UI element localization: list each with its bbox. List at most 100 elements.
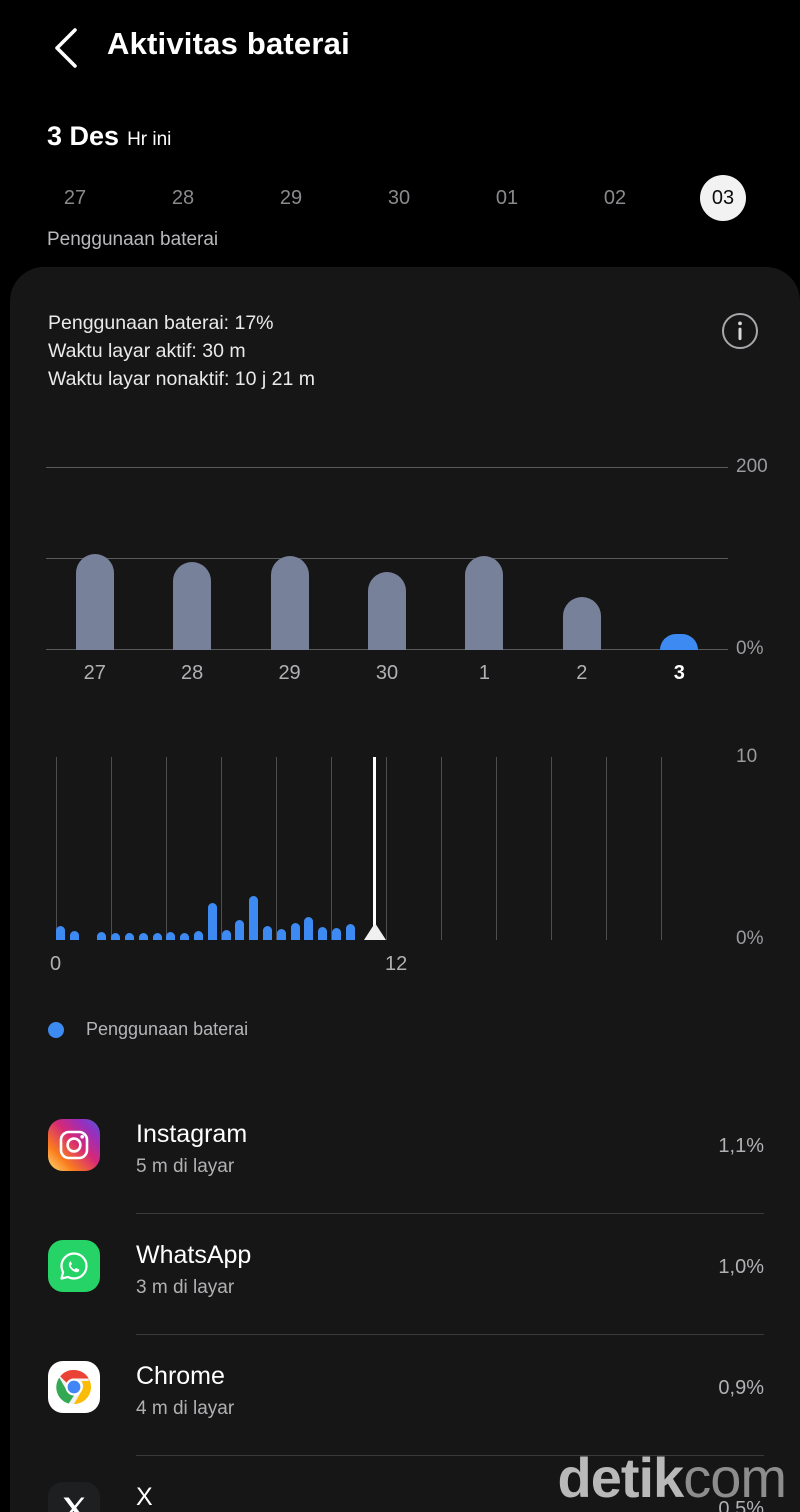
day-selector-item-27[interactable]: 27 (35, 175, 115, 221)
x-icon (48, 1482, 100, 1512)
screen-on-stat: Waktu layar aktif: 30 m (48, 340, 246, 362)
hourly-bar-3[interactable] (97, 931, 107, 940)
hourly-bar-7[interactable] (152, 933, 162, 940)
daily-bar-29[interactable] (270, 555, 309, 650)
app-usage-row[interactable]: WhatsApp 3 m di layar 1,0% (10, 1214, 800, 1335)
hourly-bars-container (46, 757, 728, 940)
daily-axis-bottom-label: 0% (736, 638, 764, 659)
daily-bar-3[interactable] (660, 634, 699, 650)
hourly-bar-11[interactable] (207, 903, 217, 940)
daily-label-30: 30 (375, 662, 399, 684)
app-usage-row[interactable]: X 0,5% (10, 1456, 800, 1512)
hourly-bar-6[interactable] (138, 933, 148, 940)
daily-bar-1[interactable] (465, 555, 504, 650)
daily-bars-container (46, 467, 728, 650)
daily-label-3: 3 (673, 662, 685, 684)
app-battery-percent: 1,0% (718, 1256, 764, 1278)
app-header: Aktivitas baterai (0, 0, 800, 100)
legend-dot-icon (48, 1021, 64, 1038)
summary-stats: Penggunaan baterai: 17% Waktu layar akti… (48, 309, 315, 393)
app-screen-time: 4 m di layar (136, 1398, 235, 1419)
day-label: 29 (279, 186, 303, 209)
daily-bar-27[interactable] (75, 553, 114, 650)
hourly-bar-5[interactable] (125, 933, 134, 940)
current-time-marker-triangle (363, 923, 386, 940)
daily-axis-labels: 27 28 29 30 1 2 3 (46, 662, 728, 692)
chart-legend: Penggunaan baterai (48, 1019, 248, 1040)
current-time-marker (373, 757, 377, 940)
hourly-bar-14[interactable] (249, 896, 259, 940)
app-usage-row[interactable]: Chrome 4 m di layar 0,9% (10, 1335, 800, 1456)
day-label: 30 (387, 186, 411, 209)
hourly-bar-13[interactable] (235, 919, 245, 940)
daily-bar-28[interactable] (173, 562, 212, 650)
hourly-axis-top-label: 10 (736, 746, 758, 767)
app-battery-percent: 0,5% (718, 1498, 764, 1512)
date-header: 3 Des Hr ini (47, 121, 171, 152)
daily-bar-2[interactable] (562, 596, 601, 650)
hourly-battery-chart: 10 0% 0 12 (10, 746, 800, 1007)
daily-label-29: 29 (278, 662, 301, 684)
hourly-bar-16[interactable] (276, 929, 286, 940)
daily-label-27: 27 (83, 662, 106, 684)
battery-activity-screen: Aktivitas baterai 3 Des Hr ini 27 28 29 30 0… (0, 0, 800, 1512)
app-name: X (136, 1483, 153, 1511)
day-selector[interactable]: 27 28 29 30 01 02 03 (0, 175, 800, 221)
app-screen-time: 3 m di layar (136, 1277, 235, 1298)
hourly-bar-4[interactable] (111, 933, 121, 940)
app-usage-list: Instagram 5 m di layar 1,1% WhatsApp 3 m di … (10, 1093, 800, 1512)
hourly-bar-1[interactable] (69, 930, 79, 940)
day-selector-item-03[interactable]: 03 (683, 175, 763, 221)
hourly-bar-15[interactable] (263, 926, 272, 940)
daily-axis-top-label: 200 (736, 456, 768, 477)
instagram-icon (48, 1119, 100, 1171)
selected-date: 3 Des (47, 121, 120, 151)
hourly-bar-0[interactable] (56, 926, 65, 940)
daily-bar-30[interactable] (368, 572, 406, 650)
hourly-bar-21[interactable] (345, 924, 355, 940)
chrome-icon (48, 1361, 100, 1413)
hourly-bar-10[interactable] (194, 930, 203, 940)
hourly-bar-18[interactable] (304, 917, 314, 940)
hourly-axis-bottom-label: 0% (736, 928, 764, 949)
daily-label-1: 1 (478, 662, 490, 684)
day-selector-item-02[interactable]: 02 (575, 175, 655, 221)
section-label: Penggunaan baterai (47, 229, 219, 250)
info-icon[interactable] (720, 311, 760, 351)
app-name: Instagram (136, 1120, 248, 1148)
battery-usage-stat: Penggunaan baterai: 17% (48, 312, 274, 334)
relative-date: Hr ini (127, 129, 172, 150)
day-selector-item-28[interactable]: 28 (143, 175, 223, 221)
hourly-bar-17[interactable] (290, 922, 300, 940)
hourly-bar-19[interactable] (318, 927, 328, 940)
daily-battery-chart: 200 0% 27 28 29 30 1 2 3 (10, 456, 800, 727)
app-usage-row[interactable]: Instagram 5 m di layar 1,1% (10, 1093, 800, 1214)
legend-label: Penggunaan baterai (86, 1019, 249, 1039)
app-name: WhatsApp (136, 1241, 252, 1269)
hourly-bar-9[interactable] (180, 933, 190, 940)
app-battery-percent: 1,1% (718, 1135, 764, 1157)
hourly-bar-12[interactable] (221, 929, 231, 940)
hourly-axis-label-mid: 12 (385, 953, 408, 975)
whatsapp-icon (48, 1240, 100, 1292)
day-label: 01 (495, 186, 519, 209)
daily-label-28: 28 (181, 662, 204, 684)
app-screen-time: 5 m di layar (136, 1156, 235, 1177)
battery-detail-card: Penggunaan baterai: 17% Waktu layar akti… (10, 267, 800, 1512)
app-battery-percent: 0,9% (718, 1377, 764, 1399)
day-label: 02 (603, 186, 627, 209)
day-selector-item-30[interactable]: 30 (359, 175, 439, 221)
day-label: 27 (63, 186, 87, 209)
hourly-axis-label-start: 0 (50, 953, 62, 975)
screen-off-stat: Waktu layar nonaktif: 10 j 21 m (48, 368, 315, 390)
hourly-bar-8[interactable] (166, 931, 176, 940)
day-selector-item-29[interactable]: 29 (251, 175, 331, 221)
daily-label-2: 2 (576, 662, 588, 684)
day-label: 03 (711, 186, 735, 209)
day-label: 28 (171, 186, 195, 209)
page-title: Aktivitas baterai (107, 26, 350, 61)
day-selector-item-01[interactable]: 01 (467, 175, 547, 221)
chevron-left-icon (51, 27, 81, 69)
hourly-bar-20[interactable] (332, 928, 341, 940)
back-button[interactable] (40, 22, 92, 74)
